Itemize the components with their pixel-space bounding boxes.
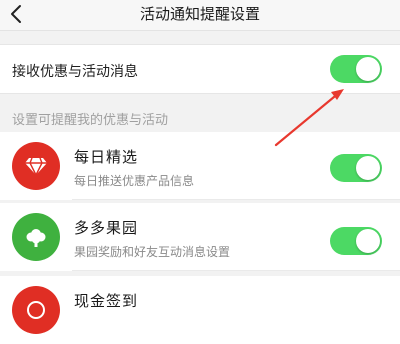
toggle-knob (356, 229, 380, 253)
daily-picks-toggle[interactable] (330, 154, 382, 182)
tree-icon (26, 229, 46, 247)
orchard-subtitle: 果园奖励和好友互动消息设置 (74, 245, 231, 259)
section-header: 设置可提醒我的优惠与活动 (12, 113, 169, 128)
toggle-knob (356, 57, 380, 81)
cash-checkin-icon-circle (12, 286, 60, 334)
master-toggle-row: 接收优惠与活动消息 (0, 44, 400, 94)
list-item-cash-checkin: 现金签到 (0, 276, 400, 344)
list-item-daily-picks: 每日精选 每日推送优惠产品信息 (0, 132, 400, 200)
master-toggle-switch[interactable] (330, 55, 382, 83)
toggle-knob (356, 156, 380, 180)
master-toggle-label: 接收优惠与活动消息 (12, 64, 138, 80)
top-bar: 活动通知提醒设置 (0, 0, 400, 31)
daily-picks-icon-circle (12, 142, 60, 190)
list-item-orchard: 多多果园 果园奖励和好友互动消息设置 (0, 203, 400, 271)
row-divider (72, 270, 400, 271)
daily-picks-subtitle: 每日推送优惠产品信息 (74, 174, 195, 188)
orchard-icon-circle (12, 213, 60, 261)
row-divider (72, 199, 400, 200)
cash-checkin-title: 现金签到 (74, 292, 139, 310)
orchard-toggle[interactable] (330, 227, 382, 255)
page-title: 活动通知提醒设置 (139, 5, 260, 23)
daily-picks-title: 每日精选 (74, 148, 139, 166)
orchard-title: 多多果园 (74, 219, 139, 237)
cash-icon (27, 301, 45, 319)
diamond-icon (25, 157, 47, 176)
